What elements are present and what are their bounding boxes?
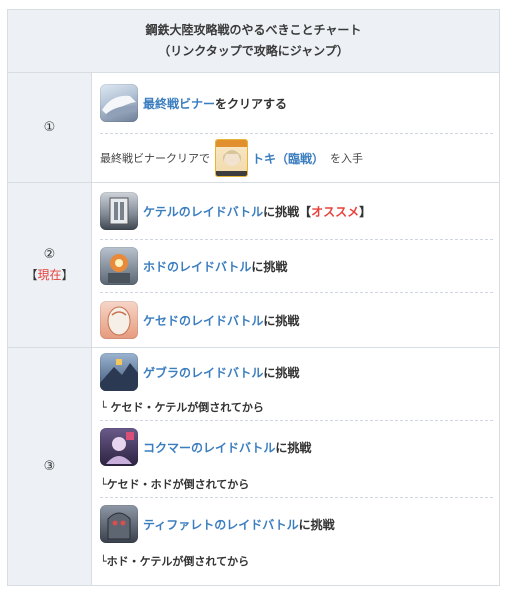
- reward-row: 最終戦ビナークリアで トキ（臨戦） を入手: [100, 134, 493, 182]
- current-badge-text: 現在: [37, 268, 62, 282]
- reward-prefix: 最終戦ビナークリアで: [100, 152, 210, 165]
- tag-bracket-open: 【: [299, 204, 312, 219]
- list-item: ティファレトのレイドバトル に挑戦: [100, 498, 493, 550]
- item-suffix: に挑戦: [275, 440, 312, 455]
- gebura-raid-icon[interactable]: [100, 353, 138, 391]
- step-number-cell: ③: [7, 347, 92, 586]
- list-item: 最終戦ビナー をクリアする: [100, 73, 493, 133]
- condition-note: └ ケセド・ケテルが倒されてから: [100, 401, 264, 414]
- item-suffix: に挑戦: [263, 204, 300, 219]
- kether-raid-link[interactable]: ケテルのレイドバトル: [143, 203, 263, 220]
- step-number: ①: [43, 119, 56, 135]
- item-suffix: に挑戦: [298, 517, 335, 532]
- toki-link[interactable]: トキ（臨戦）: [252, 150, 324, 167]
- list-item: ホドのレイドバトル に挑戦: [100, 240, 493, 292]
- step-number: ③: [43, 458, 56, 474]
- hod-raid-icon[interactable]: [100, 247, 138, 285]
- tiphereth-raid-icon[interactable]: [100, 505, 138, 543]
- step-row-2: ② 【現在】 ケテルのレイドバトル に挑戦 【オススメ】 ホドのレイドバトル に挑戦: [7, 182, 500, 348]
- reward-suffix: を入手: [330, 152, 364, 165]
- item-suffix: に挑戦: [263, 313, 300, 328]
- step-row-1: ① 最終戦ビナー をクリアする 最終戦ビナークリアで トキ（臨戦） を入手: [7, 72, 500, 183]
- hod-raid-link[interactable]: ホドのレイドバトル: [143, 258, 251, 275]
- binah-battle-link[interactable]: 最終戦ビナー: [143, 95, 215, 112]
- condition-note: └ケセド・ホドが倒されてから: [100, 478, 250, 491]
- table-header-row: 鋼鉄大陸攻略戦のやるべきことチャート （リンクタップで攻略にジャンプ）: [7, 9, 500, 73]
- list-item: ゲブラのレイドバトル に挑戦: [100, 348, 493, 396]
- toki-character-icon[interactable]: [215, 139, 248, 177]
- chesed-raid-link[interactable]: ケセドのレイドバトル: [143, 312, 263, 329]
- list-item: コクマーのレイドバトル に挑戦: [100, 421, 493, 473]
- chesed-raid-icon[interactable]: [100, 301, 138, 339]
- table-header: 鋼鉄大陸攻略戦のやるべきことチャート （リンクタップで攻略にジャンプ）: [7, 9, 500, 73]
- recommend-tag-text: オススメ: [311, 204, 360, 219]
- raid-guide-table: 鋼鉄大陸攻略戦のやるべきことチャート （リンクタップで攻略にジャンプ） ① 最終…: [7, 9, 500, 586]
- badge-bracket-close: 】: [61, 268, 74, 282]
- step-number: ②: [43, 247, 56, 262]
- badge-bracket-open: 【: [25, 268, 38, 282]
- condition-note: └ホド・ケテルが倒されてから: [100, 555, 250, 568]
- header-subtitle: （リンクタップで攻略にジャンプ）: [158, 44, 349, 58]
- list-item: ケセドのレイドバトル に挑戦: [100, 293, 493, 347]
- step-number-cell: ② 【現在】: [7, 182, 92, 348]
- kether-raid-icon[interactable]: [100, 192, 138, 230]
- recommend-tag: 【オススメ】: [299, 203, 371, 220]
- chokmah-raid-link[interactable]: コクマーのレイドバトル: [143, 439, 275, 456]
- chokmah-raid-icon[interactable]: [100, 428, 138, 466]
- gebura-raid-link[interactable]: ゲブラのレイドバトル: [143, 364, 263, 381]
- binah-battle-icon[interactable]: [100, 84, 138, 122]
- tag-bracket-close: 】: [359, 204, 372, 219]
- header-title: 鋼鉄大陸攻略戦のやるべきことチャート: [145, 23, 362, 37]
- step-content-cell: ゲブラのレイドバトル に挑戦 └ ケセド・ケテルが倒されてから コクマーのレイドバ…: [91, 347, 500, 586]
- list-item: ケテルのレイドバトル に挑戦 【オススメ】: [100, 183, 493, 239]
- step-number-cell: ①: [7, 72, 92, 183]
- current-badge: 【現在】: [8, 265, 91, 285]
- step-row-3: ③ ゲブラのレイドバトル に挑戦 └ ケセド・ケテルが倒されてから コクマーのレイ…: [7, 347, 500, 586]
- item-suffix: に挑戦: [263, 365, 300, 380]
- item-suffix: をクリアする: [215, 96, 288, 111]
- step-content-cell: ケテルのレイドバトル に挑戦 【オススメ】 ホドのレイドバトル に挑戦 ケセドのレイド…: [91, 182, 500, 348]
- step-content-cell: 最終戦ビナー をクリアする 最終戦ビナークリアで トキ（臨戦） を入手: [91, 72, 500, 183]
- tiphereth-raid-link[interactable]: ティファレトのレイドバトル: [143, 516, 299, 533]
- item-suffix: に挑戦: [251, 259, 288, 274]
